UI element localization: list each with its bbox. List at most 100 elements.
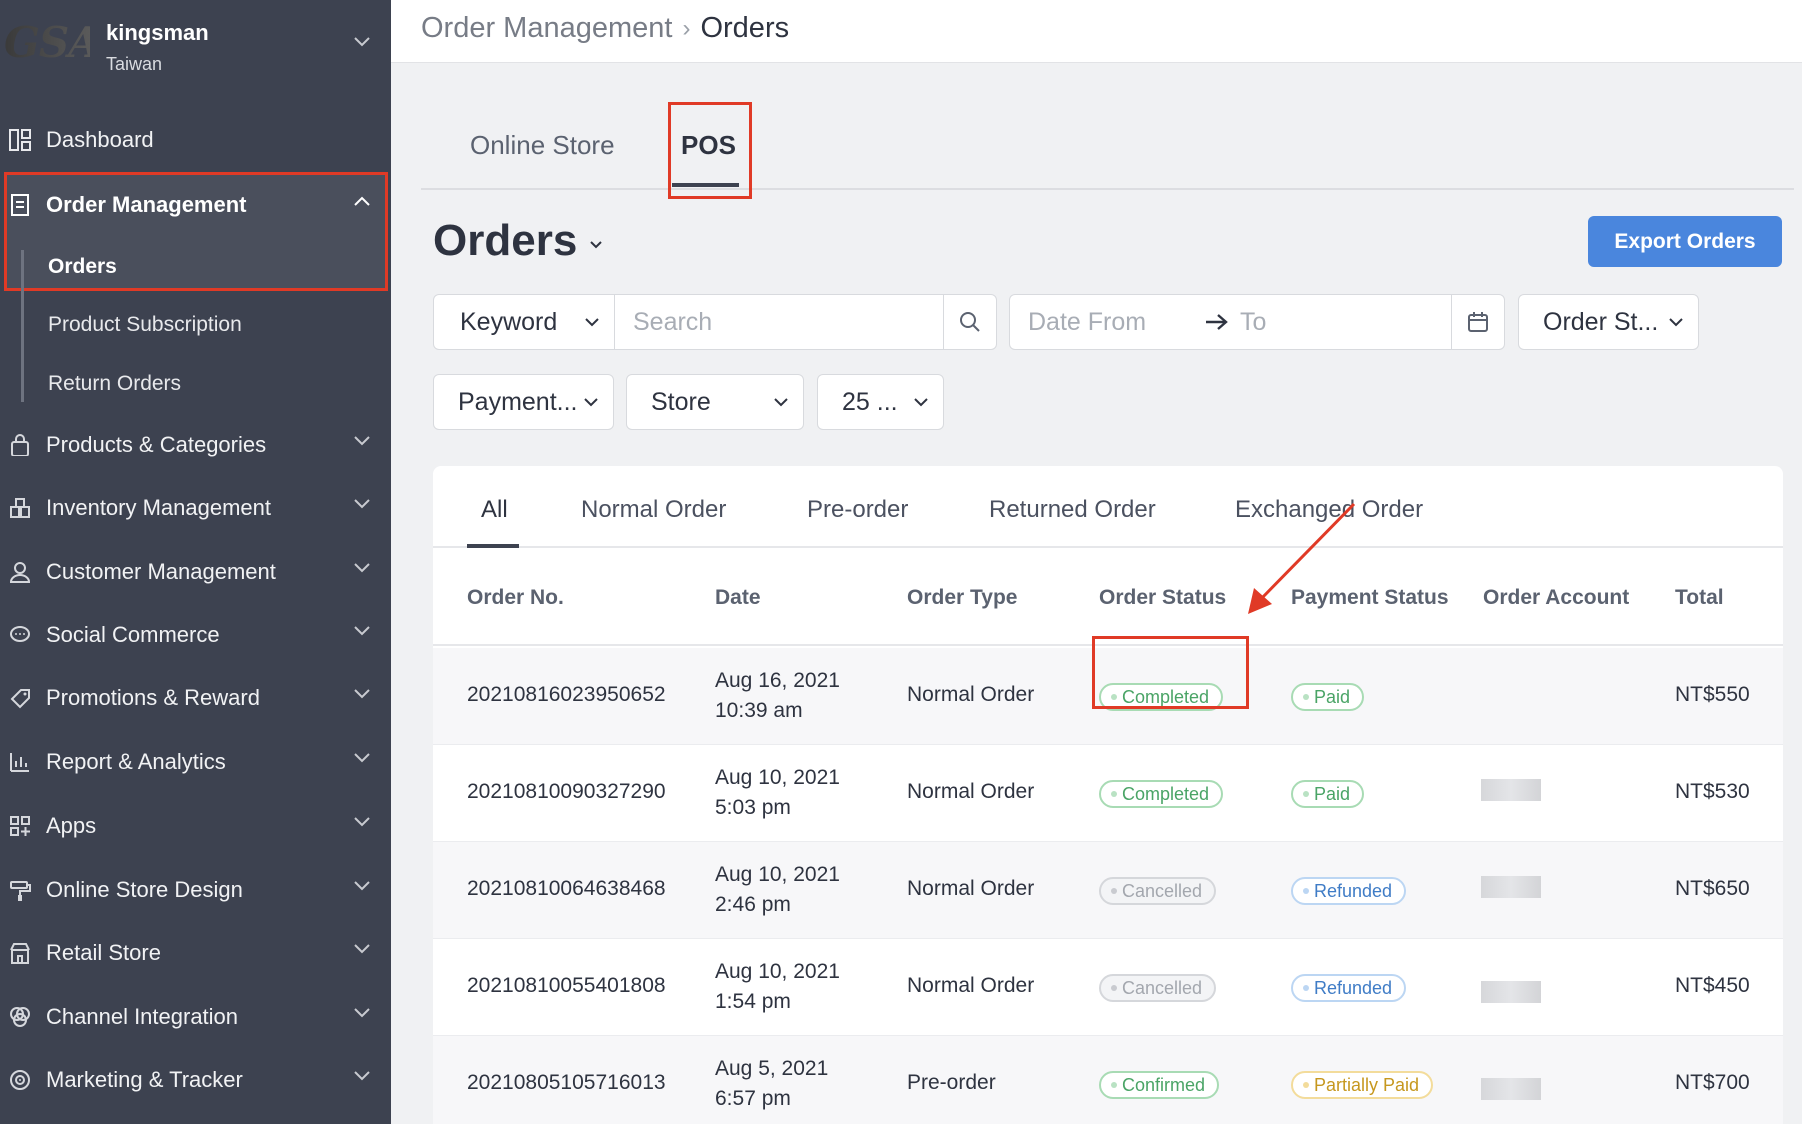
warehouse-icon [8,496,32,520]
order-number[interactable]: 20210816023950652 [467,683,666,707]
column-header-order-status[interactable]: Order Status [1099,586,1226,610]
keyword-select-value: Keyword [460,307,558,336]
tab-active-indicator [467,544,519,548]
sidebar-item-label: Online Store Design [46,877,243,902]
order-type: Pre-order [907,1071,996,1094]
order-status-highlight [1092,636,1249,709]
order-date-time: 1:54 pm [715,990,791,1013]
page-title[interactable]: Orders [433,216,603,266]
column-header-date[interactable]: Date [715,586,761,610]
sidebar-subitem-orders[interactable]: Orders [48,255,117,279]
order-number[interactable]: 20210810064638468 [467,877,666,901]
breadcrumb-parent[interactable]: Order Management [421,12,672,45]
status-dot-icon [1111,985,1117,991]
breadcrumb-current: Orders [700,12,790,44]
sidebar-item-online-store-design[interactable]: Online Store Design [0,863,391,917]
chevron-down-icon [354,563,370,573]
store-logo: GSA [4,18,90,76]
tab-all[interactable]: All [481,496,508,524]
store-select[interactable]: Store [626,374,804,430]
order-status-select[interactable]: Order St... [1518,294,1699,350]
tab-normal-order[interactable]: Normal Order [581,496,726,524]
breadcrumb: Order Management › Orders [421,12,789,45]
channels-icon [8,1005,32,1029]
tab-returned-order[interactable]: Returned Order [989,496,1156,524]
storefront-icon [8,941,32,965]
order-date-time: 10:39 am [715,699,803,722]
chevron-down-icon [585,318,599,327]
order-account-redacted [1481,981,1541,1003]
sidebar-item-label: Customer Management [46,559,276,584]
sidebar-item-marketing-and-tracker[interactable]: Marketing & Tracker [0,1053,391,1107]
sidebar-item-products-and-categories[interactable]: Products & Categories [0,418,391,472]
sidebar-item-dashboard[interactable]: Dashboard [0,113,391,167]
order-date-time: 5:03 pm [715,796,791,819]
column-header-order-no[interactable]: Order No. [467,586,564,610]
chevron-down-icon [354,499,370,509]
chevron-down-icon [354,1071,370,1081]
column-header-order-type[interactable]: Order Type [907,586,1017,610]
sidebar-item-retail-store[interactable]: Retail Store [0,926,391,980]
column-header-total[interactable]: Total [1675,586,1724,610]
sidebar-item-label: Apps [46,813,97,838]
payment-status-text: Paid [1314,783,1351,804]
sidebar-item-order-management[interactable]: Order Management [0,178,391,232]
chevron-down-icon [354,817,370,827]
date-range-input[interactable]: Date From To [1009,294,1452,350]
sidebar: GSA kingsman Taiwan Dashboard Order Mana… [0,0,391,1124]
search-input[interactable]: Search [614,294,944,350]
order-date-day: Aug 10, 2021 [715,766,840,789]
sidebar-item-channel-integration[interactable]: Channel Integration [0,990,391,1044]
order-status-badge: Completed [1099,780,1224,808]
chevron-down-icon [914,398,928,407]
sidebar-subitem-product-subscription[interactable]: Product Subscription [48,313,242,337]
sidebar-item-apps[interactable]: Apps [0,799,391,853]
chevron-down-icon [354,436,370,446]
sidebar-item-inventory-management[interactable]: Inventory Management [0,481,391,535]
order-type-tabs: All Normal Order Pre-order Returned Orde… [433,466,1783,548]
per-page-select[interactable]: 25 ... [817,374,944,430]
account-region: Taiwan [106,54,163,74]
sidebar-item-report-and-analytics[interactable]: Report & Analytics [0,735,391,789]
chevron-down-icon [354,944,370,954]
arrow-right-icon [1206,314,1228,330]
payment-status-select[interactable]: Payment... [433,374,614,430]
sidebar-item-label: Retail Store [46,940,161,965]
order-number[interactable]: 20210810090327290 [467,780,666,804]
order-type: Normal Order [907,877,1035,900]
order-number[interactable]: 20210810055401808 [467,974,666,998]
order-date: Aug 16, 2021 10:39 am [715,666,840,726]
sidebar-item-social-commerce[interactable]: Social Commerce [0,608,391,662]
table-row[interactable]: 20210810055401808 Aug 10, 2021 1:54 pm Norm… [433,939,1783,1036]
chevron-up-icon [354,196,370,206]
sidebar-item-customer-management[interactable]: Customer Management [0,545,391,599]
sidebar-item-promotions-and-reward[interactable]: Promotions & Reward [0,671,391,725]
search-button[interactable] [943,294,997,350]
sidebar-item-label: Dashboard [46,127,154,152]
chevron-down-icon [584,398,598,407]
tab-online-store[interactable]: Online Store [470,130,615,161]
order-number[interactable]: 20210805105716013 [467,1071,666,1095]
order-date: Aug 5, 2021 6:57 pm [715,1054,828,1114]
account-switcher[interactable]: GSA kingsman Taiwan [0,0,391,100]
sidebar-subitem-return-orders[interactable]: Return Orders [48,372,181,396]
channel-tabs: Online Store POS [421,100,1794,190]
paint-roller-icon [8,878,32,902]
order-status-text: Completed [1122,783,1210,804]
order-date-day: Aug 10, 2021 [715,960,840,983]
table-row[interactable]: 20210810090327290 Aug 10, 2021 5:03 pm Norm… [433,745,1783,842]
column-header-order-account[interactable]: Order Account [1483,586,1629,610]
calendar-icon [1468,312,1488,332]
order-status-select-value: Order St... [1543,307,1659,336]
chevron-down-icon [354,881,370,891]
calendar-button[interactable] [1451,294,1505,350]
keyword-select[interactable]: Keyword [433,294,615,350]
table-row[interactable]: 20210810064638468 Aug 10, 2021 2:46 pm Norm… [433,842,1783,939]
chevron-down-icon [774,398,788,407]
tab-pre-order[interactable]: Pre-order [807,496,908,524]
payment-status-text: Paid [1314,686,1351,707]
breadcrumb-separator-icon: › [682,14,691,42]
table-row[interactable]: 20210805105716013 Aug 5, 2021 6:57 pm Pre-o… [433,1036,1783,1124]
export-orders-button[interactable]: Export Orders [1588,216,1782,267]
order-status-text: Cancelled [1122,880,1203,901]
